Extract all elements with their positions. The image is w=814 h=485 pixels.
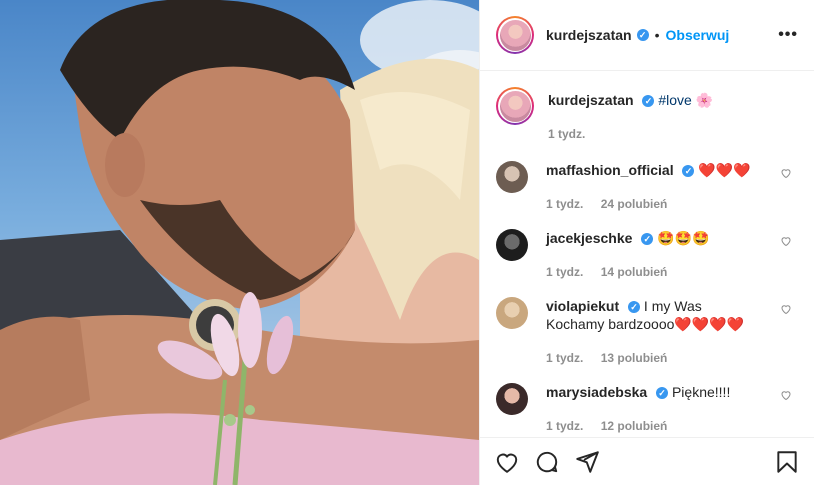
post-photo[interactable] (0, 0, 479, 485)
verified-badge-icon: ✓ (682, 165, 695, 177)
caption-avatar[interactable] (496, 87, 534, 125)
verified-badge-icon: ✓ (641, 233, 654, 245)
post-sidebar: kurdejszatan ✓ • Obserwuj ••• kurdejszat… (479, 0, 814, 485)
comment-like-heart-icon[interactable] (780, 303, 792, 315)
verified-badge-icon: ✓ (636, 29, 649, 41)
author-avatar[interactable] (496, 16, 534, 54)
comment-meta: 1 tydz. 13 polubień (546, 349, 761, 367)
comment-text: ❤️❤️❤️ (698, 162, 751, 178)
comment-like-heart-icon[interactable] (780, 167, 792, 179)
photo-illustration (0, 0, 479, 485)
comment-likes[interactable]: 12 polubień (601, 419, 668, 433)
commenter-avatar[interactable] (496, 229, 528, 261)
more-dots-icon[interactable]: ••• (778, 26, 798, 44)
commenter-avatar[interactable] (496, 297, 528, 329)
instagram-post: kurdejszatan ✓ • Obserwuj ••• kurdejszat… (0, 0, 814, 485)
comment-meta: 1 tydz. 24 polubień (546, 195, 761, 213)
comment-time[interactable]: 1 tydz. (546, 197, 583, 211)
comment-username[interactable]: violapiekut (546, 298, 619, 314)
flower-emoji: 🌸 (695, 92, 714, 108)
comment-time[interactable]: 1 tydz. (546, 419, 583, 433)
comment-item: maffashion_official ✓ ❤️❤️❤️ 1 tydz. 24 … (496, 161, 798, 213)
post-caption: kurdejszatan ✓ #love 🌸 1 tydz. (496, 87, 798, 143)
comment-username[interactable]: maffashion_official (546, 162, 674, 178)
verified-badge-icon: ✓ (628, 301, 641, 313)
author-username[interactable]: kurdejszatan (546, 27, 632, 43)
comment-like-heart-icon[interactable] (780, 389, 792, 401)
hashtag-link[interactable]: #love (658, 92, 691, 108)
comment-text: Piękne!!!! (671, 384, 731, 400)
post-actions (480, 437, 814, 485)
commenter-avatar[interactable] (496, 383, 528, 415)
comments-list[interactable]: kurdejszatan ✓ #love 🌸 1 tydz. maffashio… (480, 71, 814, 437)
separator-dot: • (654, 27, 660, 43)
commenter-avatar[interactable] (496, 161, 528, 193)
verified-badge-icon: ✓ (642, 95, 655, 107)
comment-username[interactable]: jacekjeschke (546, 230, 632, 246)
verified-badge-icon: ✓ (656, 387, 669, 399)
comment-icon[interactable] (534, 449, 560, 475)
caption-text: kurdejszatan ✓ #love 🌸 1 tydz. (548, 87, 713, 143)
comment-time[interactable]: 1 tydz. (546, 351, 583, 365)
caption-username[interactable]: kurdejszatan (548, 92, 634, 108)
caption-meta: 1 tydz. (548, 125, 713, 143)
share-icon[interactable] (574, 449, 600, 475)
comment-username[interactable]: marysiadebska (546, 384, 647, 400)
post-header: kurdejszatan ✓ • Obserwuj ••• (480, 0, 814, 71)
comment-likes[interactable]: 13 polubień (601, 351, 668, 365)
heart-icon[interactable] (494, 449, 520, 475)
follow-button[interactable]: Obserwuj (666, 27, 730, 43)
caption-time[interactable]: 1 tydz. (548, 127, 585, 141)
comment-time[interactable]: 1 tydz. (546, 265, 583, 279)
comment-item: violapiekut ✓ I my Was Kochamy bardzoooo… (496, 297, 798, 367)
comment-meta: 1 tydz. 14 polubień (546, 263, 761, 281)
comment-text: 🤩🤩🤩 (657, 230, 710, 246)
bookmark-icon[interactable] (774, 449, 800, 475)
comment-item: marysiadebska ✓ Piękne!!!! 1 tydz. 12 po… (496, 383, 798, 435)
comment-meta: 1 tydz. 12 polubień (546, 417, 761, 435)
comment-like-heart-icon[interactable] (780, 235, 792, 247)
comment-likes[interactable]: 14 polubień (601, 265, 668, 279)
comment-likes[interactable]: 24 polubień (601, 197, 668, 211)
comment-item: jacekjeschke ✓ 🤩🤩🤩 1 tydz. 14 polubień (496, 229, 798, 281)
